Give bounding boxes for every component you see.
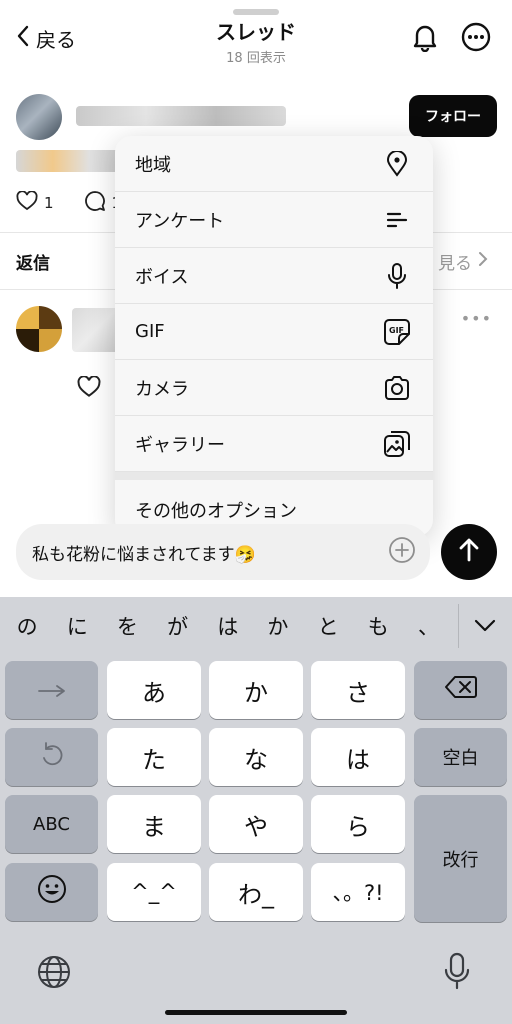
candidate-bar: の に を が は か と も 、	[0, 597, 512, 655]
gallery-icon	[383, 430, 411, 458]
candidate-word[interactable]: も	[353, 611, 403, 641]
candidate-word[interactable]: 、	[403, 611, 453, 641]
replies-heading: 返信	[16, 254, 50, 274]
comment-icon[interactable]	[84, 190, 106, 216]
key-na[interactable]: な	[209, 728, 303, 786]
send-button[interactable]	[441, 524, 497, 580]
attachment-menu: 地域 アンケート ボイス GIF GIF カメラ ギャラリー その他のオプション	[115, 136, 433, 536]
more-options-icon[interactable]	[459, 20, 493, 54]
key-ta[interactable]: た	[107, 728, 201, 786]
svg-text:GIF: GIF	[389, 326, 404, 335]
chevron-right-icon	[478, 251, 488, 272]
reply-composer[interactable]: 私も花粉に悩まされてます🤧	[16, 524, 430, 580]
key-sa[interactable]: さ	[311, 661, 405, 719]
undo-key[interactable]	[5, 728, 98, 786]
location-pin-icon	[383, 150, 411, 178]
gif-icon: GIF	[383, 318, 411, 346]
menu-item-label: アンケート	[135, 210, 225, 232]
arrow-up-icon	[458, 537, 480, 567]
candidate-word[interactable]: に	[52, 611, 102, 641]
post-author-avatar[interactable]	[16, 94, 62, 140]
key-ya[interactable]: や	[209, 795, 303, 853]
menu-item-gallery[interactable]: ギャラリー	[115, 416, 433, 472]
blurred-post-text	[16, 150, 126, 172]
menu-item-label: ボイス	[135, 266, 189, 288]
menu-item-label: GIF	[135, 321, 165, 342]
plus-circle-icon[interactable]	[388, 536, 416, 569]
globe-icon[interactable]	[36, 954, 72, 994]
key-ma[interactable]: ま	[107, 795, 201, 853]
blurred-username	[76, 106, 286, 126]
see-more-label: 見る	[438, 254, 472, 274]
post-actions: 1 1	[16, 190, 121, 216]
key-wa[interactable]: わ_	[209, 863, 303, 921]
candidate-word[interactable]: は	[203, 611, 253, 641]
backspace-icon	[444, 675, 478, 705]
blurred-reply-text	[72, 308, 120, 352]
key-a[interactable]: あ	[107, 661, 201, 719]
menu-item-label: カメラ	[135, 378, 189, 400]
heart-icon[interactable]	[16, 190, 38, 215]
reply-heart-icon[interactable]	[77, 375, 101, 402]
menu-item-gif[interactable]: GIF GIF	[115, 304, 433, 360]
menu-item-poll[interactable]: アンケート	[115, 192, 433, 248]
delete-key[interactable]	[414, 661, 507, 719]
reply-more-icon[interactable]: •••	[461, 309, 492, 328]
menu-item-label: 地域	[135, 154, 171, 176]
menu-separator	[115, 472, 433, 480]
follow-button[interactable]: フォロー	[409, 95, 497, 137]
chevron-down-icon[interactable]	[459, 619, 512, 633]
thread-screen: 戻る スレッド 18 回表示 フォロー 1 1 返信 見る •••	[0, 0, 512, 597]
candidate-word[interactable]: を	[102, 611, 152, 641]
sheet-handle[interactable]	[233, 9, 279, 15]
poll-icon	[383, 206, 411, 234]
japanese-keyboard: の に を が は か と も 、 あ か さ た な は 空白 ABC ま や	[0, 597, 512, 1024]
undo-icon	[39, 741, 65, 773]
key-ra[interactable]: ら	[311, 795, 405, 853]
enter-key[interactable]: 改行	[414, 795, 507, 922]
smiley-icon	[37, 874, 67, 910]
emoji-key[interactable]	[5, 863, 98, 921]
menu-item-location[interactable]: 地域	[115, 136, 433, 192]
candidate-word[interactable]: と	[303, 611, 353, 641]
home-indicator[interactable]	[165, 1010, 347, 1015]
reply-author-avatar[interactable]	[16, 306, 62, 352]
key-punctuation[interactable]: 、。?!	[311, 863, 405, 921]
candidate-word[interactable]: か	[253, 611, 303, 641]
abc-key[interactable]: ABC	[5, 795, 98, 853]
candidate-word[interactable]: の	[2, 611, 52, 641]
menu-item-label: ギャラリー	[135, 434, 225, 456]
arrow-right-icon	[37, 676, 67, 704]
camera-icon	[383, 374, 411, 402]
dictation-microphone-icon[interactable]	[442, 952, 472, 994]
candidate-word[interactable]: が	[153, 611, 203, 641]
see-more-link[interactable]: 見る	[438, 249, 488, 274]
key-ka[interactable]: か	[209, 661, 303, 719]
bell-icon[interactable]	[408, 20, 442, 54]
like-count: 1	[44, 194, 54, 212]
space-key[interactable]: 空白	[414, 728, 507, 786]
key-ha[interactable]: は	[311, 728, 405, 786]
key-kaomoji[interactable]: ^_^	[107, 863, 201, 921]
menu-item-camera[interactable]: カメラ	[115, 360, 433, 416]
arrow-right-key[interactable]	[5, 661, 98, 719]
microphone-icon	[383, 262, 411, 290]
composer-text-field[interactable]: 私も花粉に悩まされてます🤧	[32, 540, 256, 565]
menu-item-voice[interactable]: ボイス	[115, 248, 433, 304]
